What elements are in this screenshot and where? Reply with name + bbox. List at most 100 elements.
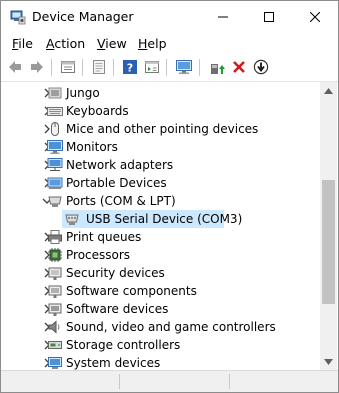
maximize-icon: [264, 11, 274, 22]
toolbar: ?: [1, 54, 338, 82]
update-driver-button[interactable]: [208, 58, 226, 76]
show-hidden-button[interactable]: [90, 58, 108, 76]
toolbar-separator: [51, 59, 52, 76]
window-title: Device Manager: [32, 9, 134, 24]
jungo-icon: [48, 87, 62, 99]
portable-device-icon: [47, 177, 63, 189]
scrollbar-thumb[interactable]: [322, 180, 335, 304]
properties-list-icon: [61, 61, 75, 73]
back-icon: [9, 61, 21, 73]
tree-item-label: Network adapters: [66, 158, 174, 172]
menu-file[interactable]: File: [12, 36, 33, 51]
toolbar-separator: [199, 59, 200, 76]
scroll-up-button[interactable]: [320, 82, 337, 99]
help-button[interactable]: ?: [121, 58, 139, 76]
properties-list-button[interactable]: [59, 58, 77, 76]
scroll-down-button[interactable]: [320, 353, 337, 370]
tree-item-monitors[interactable]: Monitors: [2, 138, 320, 156]
tree-item-label: Mice and other pointing devices: [66, 122, 259, 136]
chevron-up-icon: [324, 87, 333, 94]
device-manager-window: Device Manager File Action View Help ? J…: [0, 0, 339, 393]
menu-bar: File Action View Help: [1, 32, 338, 54]
forward-icon: [31, 61, 43, 73]
mouse-icon: [51, 122, 59, 136]
tree-item-label: Monitors: [66, 140, 118, 154]
forward-button[interactable]: [28, 58, 46, 76]
title-bar[interactable]: Device Manager: [1, 1, 338, 32]
help-icon: ?: [123, 60, 137, 75]
tree-item-label: Jungo: [66, 86, 100, 100]
tree-item-network-adapters[interactable]: Network adapters: [2, 156, 320, 174]
menu-action[interactable]: Action: [46, 36, 85, 51]
security-device-icon: [48, 267, 62, 280]
update-driver-icon: [211, 64, 225, 74]
tree-item-sound-video-and-game-controllers[interactable]: Sound, video and game controllers: [2, 318, 320, 336]
disable-device-button[interactable]: [252, 58, 270, 76]
tree-item-label: Storage controllers: [66, 338, 181, 352]
toolbar-separator: [166, 59, 167, 76]
software-component-icon: [48, 285, 62, 298]
tree-item-label: Software devices: [66, 302, 169, 316]
tree-item-label: Processors: [66, 248, 131, 262]
tree-item-label: USB Serial Device (COM3): [86, 212, 243, 226]
speaker-icon: [48, 320, 60, 334]
tree-item-label: Software components: [66, 284, 197, 298]
tree-item-label: Portable Devices: [66, 176, 167, 190]
maximize-button[interactable]: [246, 1, 292, 32]
monitor-icon: [47, 140, 63, 154]
scan-hardware-button[interactable]: [175, 58, 193, 76]
tree-item-storage-controllers[interactable]: Storage controllers: [2, 336, 320, 354]
tree-item-label: System devices: [66, 356, 161, 370]
tree-item-usb-serial-device-com3[interactable]: USB Serial Device (COM3): [2, 210, 320, 228]
back-button[interactable]: [6, 58, 24, 76]
processor-icon: [48, 248, 62, 262]
tree-item-portable-devices[interactable]: Portable Devices: [2, 174, 320, 192]
tree-item-label: Keyboards: [66, 104, 129, 118]
minimize-icon: [218, 16, 228, 17]
disable-device-icon: [253, 59, 269, 75]
computer-monitor-icon: [176, 60, 192, 74]
tree-item-print-queues[interactable]: Print queues: [2, 228, 320, 246]
tree-item-software-components[interactable]: Software components: [2, 282, 320, 300]
storage-controller-icon: [48, 341, 62, 349]
device-manager-app-icon: [10, 10, 26, 25]
port-icon: [48, 196, 62, 207]
device-tree[interactable]: Jungo Keyboards Mice and other pointing de…: [2, 82, 320, 370]
status-separator: [119, 374, 120, 389]
tree-item-processors[interactable]: Processors: [2, 246, 320, 264]
tree-item-software-devices[interactable]: Software devices: [2, 300, 320, 318]
minimize-button[interactable]: [200, 1, 246, 32]
uninstall-icon: [233, 61, 245, 73]
printer-icon: [48, 230, 62, 244]
menu-view[interactable]: View: [97, 36, 127, 51]
uninstall-device-button[interactable]: [230, 58, 248, 76]
tree-item-mice-and-other-pointing-devices[interactable]: Mice and other pointing devices: [2, 120, 320, 138]
tree-item-label: Ports (COM & LPT): [66, 194, 176, 208]
tree-item-keyboards[interactable]: Keyboards: [2, 102, 320, 120]
toolbar-separator: [82, 59, 83, 76]
status-bar: [1, 370, 338, 392]
tree-item-system-devices[interactable]: System devices: [2, 354, 320, 370]
svg-text:?: ?: [127, 62, 133, 75]
system-device-icon: [48, 357, 62, 369]
tree-item-ports-com-lpt[interactable]: Ports (COM & LPT): [2, 192, 320, 210]
tree-item-jungo[interactable]: Jungo: [2, 84, 320, 102]
tree-item-security-devices[interactable]: Security devices: [2, 264, 320, 282]
software-device-icon: [48, 303, 62, 316]
status-separator: [229, 374, 230, 389]
action-pane-icon: [145, 61, 159, 73]
keyboard-icon: [47, 107, 63, 116]
tree-item-label: Sound, video and game controllers: [66, 320, 276, 334]
vertical-scrollbar[interactable]: [320, 82, 337, 370]
serial-port-icon: [65, 214, 79, 225]
close-icon: [310, 11, 320, 22]
close-button[interactable]: [292, 1, 338, 32]
menu-help[interactable]: Help: [138, 36, 167, 51]
tree-item-label: Print queues: [66, 230, 142, 244]
action-pane-button[interactable]: [143, 58, 161, 76]
network-adapter-icon: [47, 158, 63, 171]
chevron-down-icon: [324, 358, 333, 365]
tree-item-label: Security devices: [66, 266, 165, 280]
toolbar-separator: [113, 59, 114, 76]
show-hidden-icon: [93, 60, 105, 74]
